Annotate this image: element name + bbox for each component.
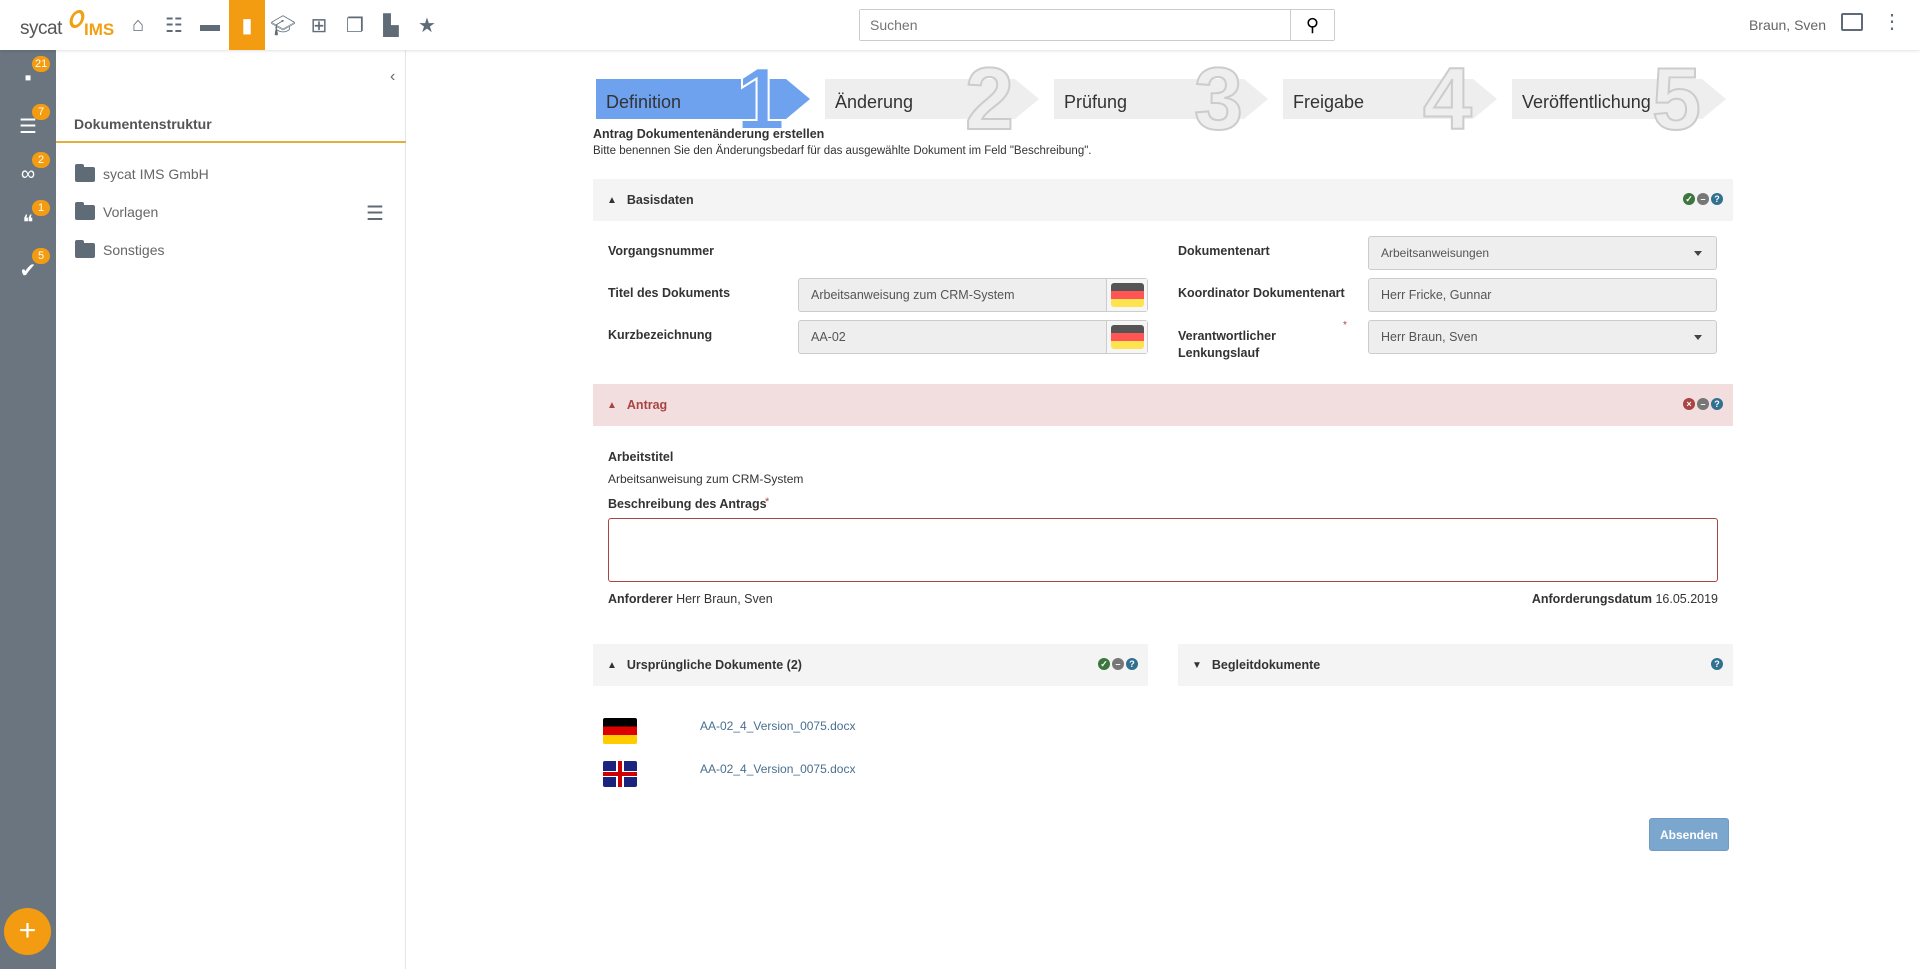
document-icon[interactable]: ▮ — [229, 0, 265, 50]
more-menu-icon[interactable]: ⋮ — [1882, 12, 1902, 32]
sidebar-item-tasks[interactable]: ☰ 7 — [0, 104, 56, 148]
language-button[interactable] — [1106, 279, 1147, 311]
page-subtitle: Bitte benennen Sie den Änderungsbedarf f… — [593, 145, 1092, 157]
german-flag-icon — [603, 718, 637, 744]
divider — [56, 141, 406, 143]
collapse-icon: ▲ — [607, 399, 617, 411]
required-marker: * — [1343, 320, 1347, 331]
anforderer: Anforderer Herr Braun, Sven — [608, 592, 773, 606]
language-button[interactable] — [1106, 321, 1147, 353]
help-icon[interactable]: ? — [1711, 658, 1723, 670]
koordinator-field[interactable]: Herr Fricke, Gunnar — [1368, 278, 1717, 312]
sidebar-item-documents[interactable]: ▪ 21 — [0, 56, 56, 100]
kurzbezeichnung-label: Kurzbezeichnung — [608, 328, 713, 342]
document-gear-icon: ▪ — [24, 66, 32, 89]
search-input[interactable] — [860, 10, 1290, 40]
collapse-icon: ▲ — [607, 659, 617, 671]
document-tree-panel: ‹ Dokumentenstruktur sycat IMS GmbH Vorl… — [56, 50, 406, 969]
titel-field[interactable]: Arbeitsanweisung zum CRM-System — [798, 278, 1148, 312]
process-icon[interactable]: ▬ — [192, 0, 228, 50]
arbeitstitel-label: Arbeitstitel — [608, 450, 674, 464]
tree-item[interactable]: Sonstiges — [75, 239, 164, 258]
error-icon[interactable]: × — [1683, 398, 1695, 410]
basisdaten-header[interactable]: ▲ Basisdaten ✓ –? — [593, 179, 1733, 221]
top-bar: sycatIMS ⌂ ☷ ▬ ▮ 🎓︎ ⊞ ❐ ▙ ★ ⚲ Braun, Sve… — [0, 0, 1920, 50]
page-title: Antrag Dokumentenänderung erstellen — [593, 127, 825, 141]
minus-icon[interactable]: – — [1112, 658, 1124, 670]
uk-flag-icon — [603, 761, 637, 787]
org-chart-icon[interactable]: ⊞ — [301, 0, 337, 50]
logo[interactable]: sycat IMS — [18, 8, 118, 44]
minus-icon[interactable]: – — [1697, 193, 1709, 205]
document-link-en[interactable]: AA-02_4_Version_0075.docx — [700, 762, 855, 776]
collapse-panel-icon[interactable]: ‹ — [390, 68, 395, 86]
chevron-down-icon — [1694, 251, 1702, 256]
anforderungsdatum: Anforderungsdatum 16.05.2019 — [1531, 592, 1718, 606]
tree-item[interactable]: sycat IMS GmbH — [75, 163, 209, 182]
titel-label: Titel des Dokuments — [608, 286, 731, 300]
copies-icon[interactable]: ❐ — [337, 0, 373, 50]
star-icon[interactable]: ★ — [409, 0, 445, 50]
arbeitstitel-value: Arbeitsanweisung zum CRM-System — [608, 472, 804, 486]
wizard-step-definition[interactable]: 1 Definition — [596, 48, 816, 149]
collapse-icon: ▲ — [607, 194, 617, 206]
user-name[interactable]: Braun, Sven — [1749, 17, 1826, 33]
lenkungslauf-label: Verantwortlicher Lenkungslauf — [1178, 329, 1276, 360]
left-sidebar: ▪ 21 ☰ 7 ∞ 2 ❝ 1 ✔ 5 + — [0, 50, 56, 969]
training-icon[interactable]: 🎓︎ — [265, 0, 301, 50]
sidebar-item-review[interactable]: ∞ 2 — [0, 152, 56, 196]
tree-title: Dokumentenstruktur — [74, 116, 212, 132]
check-icon[interactable]: ✓ — [1683, 193, 1695, 205]
begleitdokumente-header[interactable]: ▼ Begleitdokumente ? — [1178, 644, 1733, 686]
expand-icon: ▼ — [1192, 659, 1202, 671]
thumbs-icon: ❝ — [22, 211, 34, 234]
chart-icon[interactable]: ▙ — [373, 0, 409, 50]
dokumentenart-label: Dokumentenart — [1178, 244, 1270, 258]
folder-icon — [75, 239, 95, 258]
check-icon[interactable]: ✓ — [1098, 658, 1110, 670]
urspruengliche-dokumente-header[interactable]: ▲ Ursprüngliche Dokumente (2) ✓ –? — [593, 644, 1148, 686]
antrag-header[interactable]: ▲ Antrag × –? — [593, 384, 1733, 426]
home-icon[interactable]: ⌂ — [120, 0, 156, 50]
add-button[interactable]: + — [4, 908, 51, 955]
document-link-de[interactable]: AA-02_4_Version_0075.docx — [700, 719, 855, 733]
submit-button[interactable]: Absenden — [1649, 818, 1729, 851]
vorgangsnummer-label: Vorgangsnummer — [608, 244, 715, 258]
beschreibung-label: Beschreibung des Antrags — [608, 497, 767, 511]
help-icon[interactable]: ? — [1711, 398, 1723, 410]
beschreibung-textarea[interactable] — [608, 518, 1718, 582]
required-marker: * — [765, 496, 770, 508]
search-button[interactable]: ⚲ — [1290, 10, 1334, 40]
german-flag-icon — [1110, 283, 1144, 307]
tree-item[interactable]: Vorlagen — [75, 201, 158, 220]
help-icon[interactable]: ? — [1711, 193, 1723, 205]
list-menu-icon[interactable]: ☰ — [366, 204, 384, 224]
wizard-step-veroeffentlichung[interactable]: 5 Veröffentlichung — [1512, 48, 1732, 149]
minus-icon[interactable]: – — [1697, 398, 1709, 410]
lenkungslauf-select[interactable]: Herr Braun, Sven — [1368, 320, 1717, 354]
help-icon[interactable]: ? — [1126, 658, 1138, 670]
koordinator-label: Koordinator Dokumentenart — [1178, 286, 1345, 300]
sidebar-item-feedback[interactable]: ❝ 1 — [0, 200, 56, 244]
search-bar: ⚲ — [859, 9, 1335, 41]
dokumentenart-select[interactable]: Arbeitsanweisungen — [1368, 236, 1717, 270]
wizard-step-freigabe[interactable]: 4 Freigabe — [1283, 48, 1503, 149]
folder-icon — [75, 163, 95, 182]
search-icon: ⚲ — [1305, 14, 1320, 35]
folder-icon — [75, 201, 95, 220]
german-flag-icon — [1110, 325, 1144, 349]
kurzbezeichnung-field[interactable]: AA-02 — [798, 320, 1148, 354]
tasks-icon[interactable]: ☷ — [156, 0, 192, 50]
remote-screen-icon[interactable] — [1841, 13, 1863, 31]
glasses-icon: ∞ — [20, 162, 36, 185]
wizard-step-aenderung[interactable]: 2 Änderung — [825, 48, 1045, 149]
wizard-step-pruefung[interactable]: 3 Prüfung — [1054, 48, 1274, 149]
chevron-down-icon — [1694, 335, 1702, 340]
sidebar-item-approve[interactable]: ✔ 5 — [0, 248, 56, 292]
